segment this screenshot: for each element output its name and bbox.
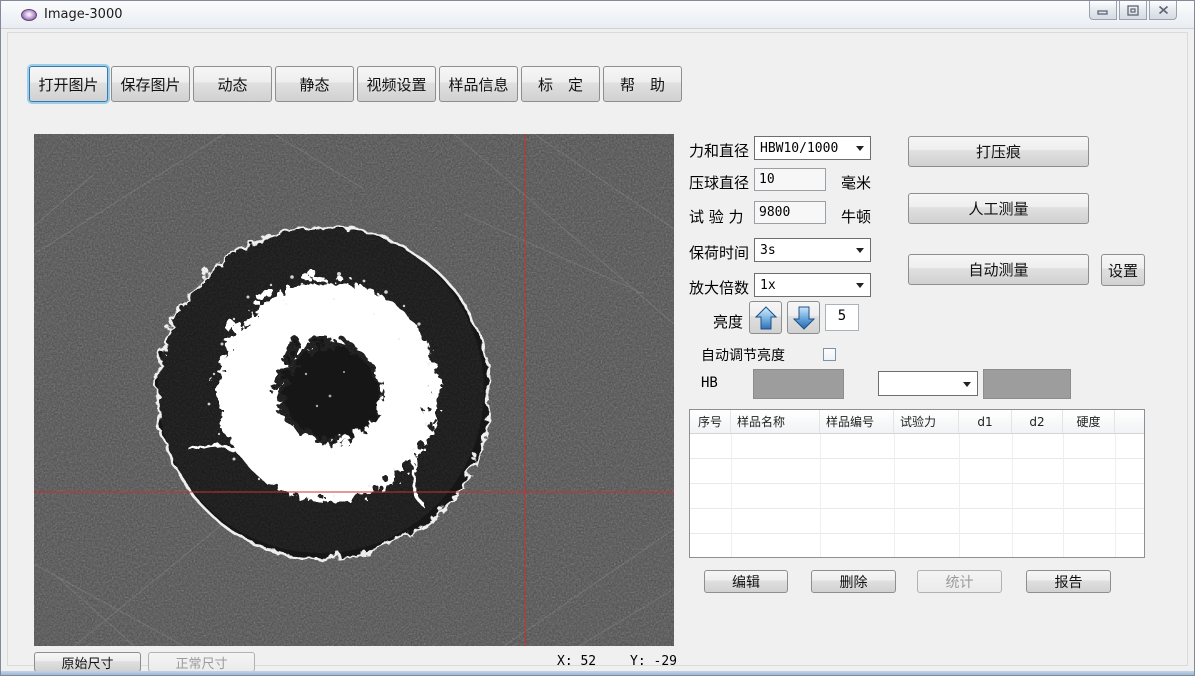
brightness-up-button[interactable] — [749, 301, 782, 334]
indentation-center — [279, 341, 371, 433]
results-table-body[interactable] — [690, 434, 1144, 557]
col-d2: d2 — [1012, 410, 1063, 433]
ball-diameter-label: 压球直径 — [689, 172, 749, 193]
table-grid-line — [894, 434, 895, 557]
video-settings-button[interactable]: 视频设置 — [357, 66, 436, 102]
app-window: { "window": { "title": "Image-3000" }, "… — [0, 0, 1195, 676]
app-icon — [21, 9, 37, 21]
col-index: 序号 — [690, 410, 731, 433]
col-sample-number: 样品编号 — [820, 410, 894, 433]
force-diameter-value: HBW10/1000 — [760, 141, 838, 156]
statistics-button: 统计 — [917, 570, 1002, 593]
table-grid-line — [731, 434, 732, 557]
chevron-down-icon — [963, 382, 971, 387]
col-hardness: 硬度 — [1063, 410, 1115, 433]
close-button[interactable] — [1149, 1, 1177, 20]
table-grid-line — [1115, 434, 1116, 557]
maximize-button[interactable] — [1119, 1, 1147, 20]
save-image-button[interactable]: 保存图片 — [111, 66, 190, 102]
micrograph-viewport[interactable] — [34, 134, 674, 646]
micrograph-image — [34, 134, 674, 646]
table-grid-line — [820, 434, 821, 557]
settings-button[interactable]: 设置 — [1101, 254, 1145, 286]
force-diameter-label: 力和直径 — [689, 140, 749, 161]
indent-button[interactable]: 打压痕 — [908, 136, 1089, 167]
auto-brightness-label: 自动调节亮度 — [701, 345, 785, 365]
arrow-up-icon — [755, 306, 777, 330]
hold-time-label: 保荷时间 — [689, 242, 749, 263]
magnification-label: 放大倍数 — [689, 277, 749, 298]
chevron-down-icon — [856, 248, 864, 253]
col-sample-name: 样品名称 — [731, 410, 820, 433]
minimize-button[interactable] — [1089, 1, 1117, 20]
arrow-down-icon — [793, 306, 815, 330]
table-grid-line — [1012, 434, 1013, 557]
minimize-icon — [1097, 5, 1109, 15]
test-force-unit: 牛顿 — [841, 206, 871, 227]
delete-button[interactable]: 删除 — [811, 570, 896, 593]
hb-label: HB — [701, 375, 718, 391]
calibration-button[interactable]: 标 定 — [521, 66, 600, 102]
original-size-button[interactable]: 原始尺寸 — [34, 652, 141, 672]
brightness-value-input[interactable]: 5 — [825, 304, 859, 331]
close-icon — [1158, 5, 1169, 15]
window-controls — [1089, 1, 1177, 20]
brightness-down-button[interactable] — [787, 301, 820, 334]
results-table-header: 序号 样品名称 样品编号 试验力 d1 d2 硬度 — [690, 410, 1144, 434]
magnification-value: 1x — [760, 278, 776, 293]
maximize-icon — [1127, 5, 1139, 16]
ball-diameter-input[interactable] — [754, 168, 826, 191]
auto-measure-button[interactable]: 自动测量 — [908, 254, 1089, 285]
force-diameter-select[interactable]: HBW10/1000 — [754, 136, 871, 160]
chevron-down-icon — [856, 283, 864, 288]
hb-unit-select[interactable] — [878, 371, 978, 396]
manual-measure-button[interactable]: 人工测量 — [908, 193, 1089, 224]
cursor-x-readout: X: 52 — [557, 654, 596, 669]
table-grid-line — [1063, 434, 1064, 557]
edit-button[interactable]: 编辑 — [704, 570, 788, 593]
test-force-input[interactable] — [754, 201, 826, 224]
brightness-label: 亮度 — [713, 311, 743, 332]
hb-value-box-1 — [753, 369, 844, 399]
titlebar: Image-3000 — [1, 1, 1194, 29]
col-extra — [1115, 410, 1144, 433]
sample-info-button[interactable]: 样品信息 — [439, 66, 518, 102]
toolbar: 打开图片 保存图片 动态 静态 视频设置 样品信息 标 定 帮 助 — [29, 66, 682, 102]
cursor-coordinates: X: 52 Y: -29 — [557, 654, 677, 669]
hb-value-box-2 — [983, 369, 1071, 399]
test-force-label: 试 验 力 — [689, 206, 744, 227]
magnification-select[interactable]: 1x — [754, 273, 871, 297]
col-d1: d1 — [959, 410, 1012, 433]
auto-brightness-checkbox[interactable] — [823, 348, 836, 361]
table-grid-line — [959, 434, 960, 557]
chevron-down-icon — [856, 146, 864, 151]
ball-diameter-unit: 毫米 — [841, 172, 871, 193]
dynamic-button[interactable]: 动态 — [193, 66, 272, 102]
open-image-button[interactable]: 打开图片 — [29, 66, 108, 102]
help-button[interactable]: 帮 助 — [603, 66, 682, 102]
window-title: Image-3000 — [44, 7, 123, 22]
report-button[interactable]: 报告 — [1026, 570, 1111, 593]
normal-size-button: 正常尺寸 — [148, 652, 255, 672]
static-button[interactable]: 静态 — [275, 66, 354, 102]
hold-time-value: 3s — [760, 243, 776, 258]
hold-time-select[interactable]: 3s — [754, 238, 871, 262]
results-table: 序号 样品名称 样品编号 试验力 d1 d2 硬度 — [689, 409, 1145, 558]
cursor-y-readout: Y: -29 — [630, 654, 677, 669]
col-test-force: 试验力 — [894, 410, 959, 433]
